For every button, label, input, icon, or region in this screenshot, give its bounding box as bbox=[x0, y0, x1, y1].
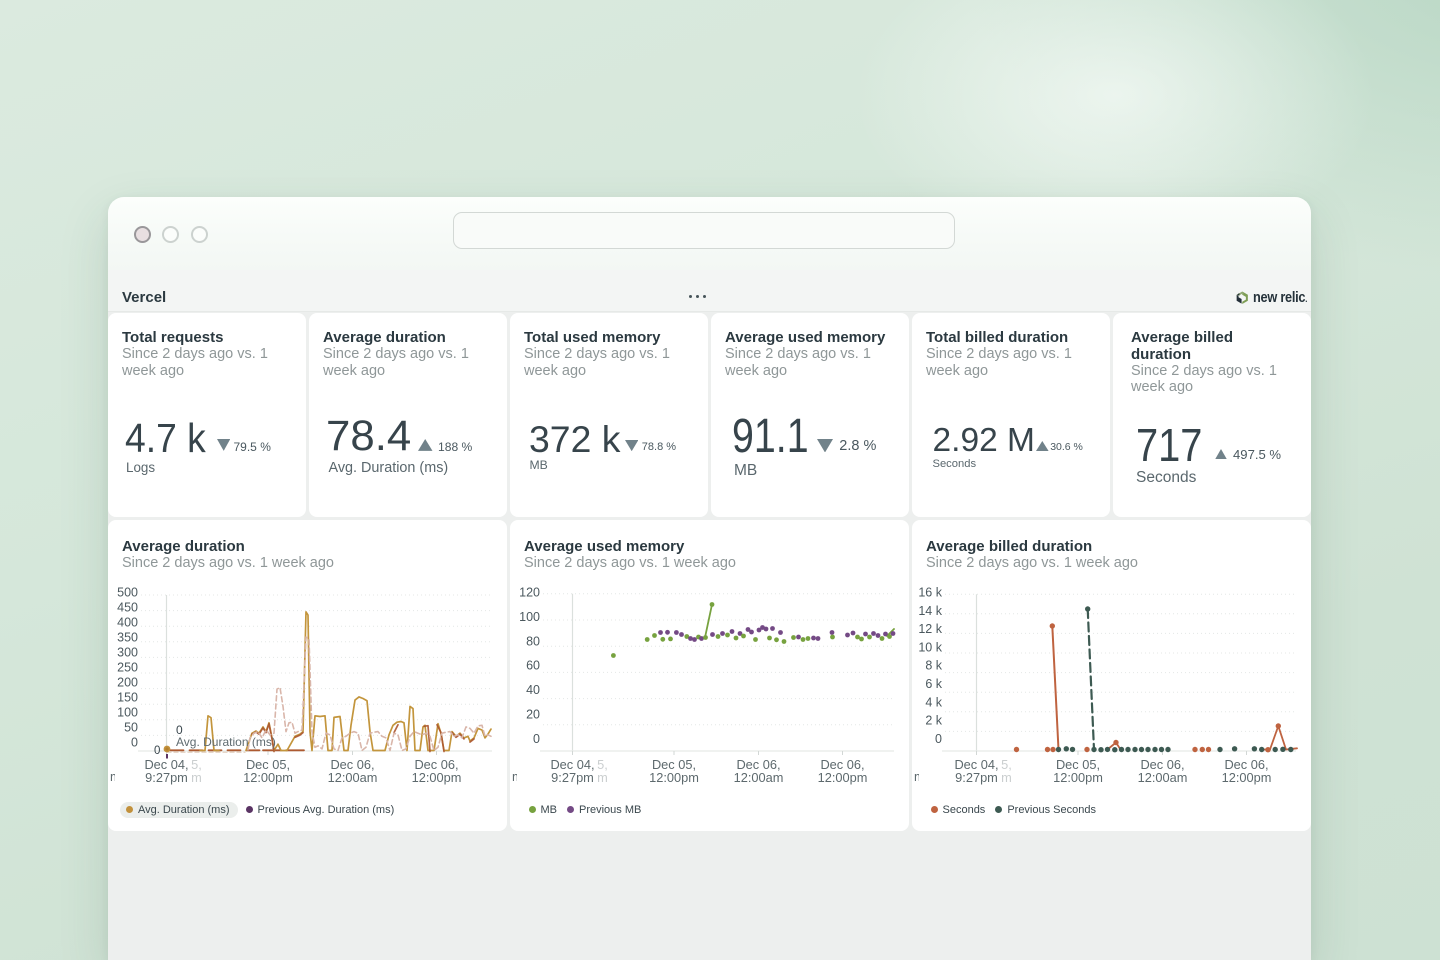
svg-text:20: 20 bbox=[526, 708, 540, 722]
svg-text:4 k: 4 k bbox=[925, 695, 942, 709]
svg-text:12 k: 12 k bbox=[918, 622, 942, 636]
svg-text:2 k: 2 k bbox=[925, 714, 942, 728]
svg-text:400: 400 bbox=[117, 616, 138, 630]
svg-text:250: 250 bbox=[117, 660, 138, 674]
svg-text:450: 450 bbox=[117, 601, 138, 615]
svg-text:50: 50 bbox=[124, 720, 138, 734]
svg-text:60: 60 bbox=[526, 659, 540, 673]
svg-text:200: 200 bbox=[117, 675, 138, 689]
svg-text:100: 100 bbox=[117, 705, 138, 719]
svg-text:16 k: 16 k bbox=[918, 586, 942, 600]
svg-text:80: 80 bbox=[526, 634, 540, 648]
svg-text:350: 350 bbox=[117, 630, 138, 644]
svg-text:0: 0 bbox=[533, 732, 540, 746]
svg-text:8 k: 8 k bbox=[925, 659, 942, 673]
svg-text:10 k: 10 k bbox=[918, 640, 942, 654]
svg-text:0: 0 bbox=[131, 735, 138, 749]
svg-text:40: 40 bbox=[526, 683, 540, 697]
svg-text:6 k: 6 k bbox=[925, 677, 942, 691]
svg-text:100: 100 bbox=[519, 610, 540, 624]
svg-text:14 k: 14 k bbox=[918, 604, 942, 618]
svg-text:500: 500 bbox=[117, 586, 138, 600]
svg-text:150: 150 bbox=[117, 690, 138, 704]
svg-text:300: 300 bbox=[117, 645, 138, 659]
svg-text:0: 0 bbox=[935, 732, 942, 746]
svg-text:120: 120 bbox=[519, 586, 540, 600]
